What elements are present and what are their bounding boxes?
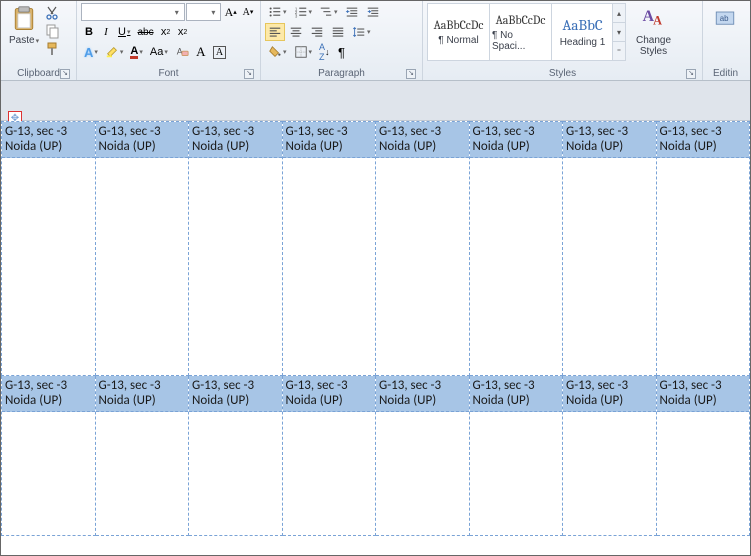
- numbering-button[interactable]: 123▾: [291, 3, 316, 21]
- align-left-button[interactable]: [265, 23, 285, 41]
- decrease-indent-button[interactable]: [342, 3, 362, 21]
- svg-text:A: A: [653, 13, 662, 27]
- dropdown-icon: ▾: [94, 48, 98, 56]
- gallery-more-button[interactable]: ⁼: [613, 42, 625, 60]
- font-color-button[interactable]: A▾: [127, 43, 145, 61]
- group-clipboard: Paste▾ Clipboard↘: [1, 1, 77, 80]
- table-cell[interactable]: G-13, sec -3Noida (UP): [656, 376, 750, 536]
- dialog-launcher-icon[interactable]: ↘: [686, 69, 696, 79]
- clear-formatting-button[interactable]: A: [172, 43, 192, 61]
- justify-button[interactable]: [328, 23, 348, 41]
- copy-button[interactable]: [44, 23, 60, 39]
- gallery-down-button[interactable]: ▾: [613, 23, 625, 42]
- group-editing: ab Editin: [703, 1, 748, 80]
- table-cell[interactable]: G-13, sec -3Noida (UP): [95, 376, 189, 536]
- dropdown-icon: ▾: [127, 28, 131, 36]
- dropdown-icon: ▾: [139, 48, 143, 56]
- table-cell[interactable]: G-13, sec -3Noida (UP): [189, 122, 283, 376]
- selected-table[interactable]: G-13, sec -3Noida (UP) G-13, sec -3Noida…: [1, 121, 750, 536]
- editing-group-label: Editin: [713, 68, 738, 79]
- dialog-launcher-icon[interactable]: ↘: [60, 69, 70, 79]
- gallery-up-button[interactable]: ▴: [613, 4, 625, 23]
- dropdown-icon: ▾: [309, 48, 313, 56]
- borders-button[interactable]: ▾: [291, 43, 316, 61]
- character-shading-button[interactable]: A: [193, 43, 209, 61]
- group-styles: AaBbCcDc ¶ Normal AaBbCcDc ¶ No Spaci...…: [423, 1, 703, 80]
- sort-button[interactable]: AZ↓: [316, 43, 333, 61]
- group-paragraph: ▾ 123▾ ▾ ▾ ▾ ▾ AZ↓ ¶: [261, 1, 423, 80]
- style-no-spacing[interactable]: AaBbCcDc ¶ No Spaci...: [489, 3, 552, 61]
- dropdown-icon: ▾: [283, 48, 287, 56]
- change-case-button[interactable]: Aa▾: [147, 43, 171, 61]
- dialog-launcher-icon[interactable]: ↘: [244, 69, 254, 79]
- ribbon: Paste▾ Clipboard↘ ▾ ▾ A▴ A▾ B I: [1, 1, 750, 81]
- table-cell[interactable]: G-13, sec -3Noida (UP): [376, 376, 470, 536]
- align-center-button[interactable]: [286, 23, 306, 41]
- dropdown-icon: ▾: [120, 48, 124, 56]
- ruler: ✥: [1, 81, 750, 121]
- align-right-button[interactable]: [307, 23, 327, 41]
- change-styles-button[interactable]: AA Change Styles: [632, 3, 675, 59]
- clipboard-group-label: Clipboard: [17, 68, 60, 79]
- highlight-button[interactable]: ▾: [102, 43, 127, 61]
- table-cell[interactable]: G-13, sec -3Noida (UP): [376, 122, 470, 376]
- table-cell[interactable]: G-13, sec -3Noida (UP): [282, 376, 376, 536]
- show-hide-button[interactable]: ¶: [334, 43, 350, 61]
- paragraph-group-label: Paragraph: [318, 68, 365, 79]
- cut-button[interactable]: [44, 5, 60, 21]
- underline-button[interactable]: U▾: [115, 23, 133, 41]
- dropdown-icon: ▾: [334, 8, 338, 16]
- dropdown-icon: ▾: [367, 28, 371, 36]
- table-row: G-13, sec -3Noida (UP) G-13, sec -3Noida…: [2, 122, 750, 376]
- grow-font-button[interactable]: A▴: [222, 3, 239, 21]
- paste-label: Paste: [9, 35, 35, 46]
- styles-group-label: Styles: [549, 68, 576, 79]
- font-group-label: Font: [158, 68, 178, 79]
- superscript-button[interactable]: x2: [175, 23, 191, 41]
- bold-button[interactable]: B: [81, 23, 97, 41]
- dropdown-icon: ▾: [283, 8, 287, 16]
- table-cell[interactable]: G-13, sec -3Noida (UP): [189, 376, 283, 536]
- subscript-button[interactable]: x2: [158, 23, 174, 41]
- style-normal[interactable]: AaBbCcDc ¶ Normal: [427, 3, 490, 61]
- table-cell[interactable]: G-13, sec -3Noida (UP): [2, 122, 96, 376]
- document-area[interactable]: G-13, sec -3Noida (UP) G-13, sec -3Noida…: [1, 121, 750, 536]
- line-spacing-button[interactable]: ▾: [349, 23, 374, 41]
- dropdown-icon: ▾: [164, 48, 168, 56]
- dropdown-icon: ▾: [309, 8, 313, 16]
- italic-button[interactable]: I: [98, 23, 114, 41]
- text-effects-button[interactable]: A▾: [81, 43, 101, 61]
- table-cell[interactable]: G-13, sec -3Noida (UP): [95, 122, 189, 376]
- svg-text:ab: ab: [720, 14, 729, 23]
- table-cell[interactable]: G-13, sec -3Noida (UP): [563, 376, 657, 536]
- table-cell[interactable]: G-13, sec -3Noida (UP): [469, 376, 563, 536]
- dialog-launcher-icon[interactable]: ↘: [406, 69, 416, 79]
- table-cell[interactable]: G-13, sec -3Noida (UP): [2, 376, 96, 536]
- multilevel-list-button[interactable]: ▾: [316, 3, 341, 21]
- font-name-combo[interactable]: ▾: [81, 3, 185, 21]
- svg-text:3: 3: [294, 13, 297, 18]
- table-cell[interactable]: G-13, sec -3Noida (UP): [282, 122, 376, 376]
- dropdown-icon: ▾: [208, 8, 218, 17]
- strikethrough-button[interactable]: abc: [134, 23, 156, 41]
- shading-button[interactable]: ▾: [265, 43, 290, 61]
- format-painter-button[interactable]: [44, 41, 60, 57]
- style-gallery[interactable]: AaBbCcDc ¶ Normal AaBbCcDc ¶ No Spaci...…: [427, 3, 626, 61]
- paste-button[interactable]: Paste▾: [5, 3, 43, 49]
- style-heading-1[interactable]: AaBbC Heading 1: [551, 3, 614, 61]
- table-cell[interactable]: G-13, sec -3Noida (UP): [656, 122, 750, 376]
- increase-indent-button[interactable]: [363, 3, 383, 21]
- find-button[interactable]: ab: [707, 3, 743, 37]
- bullets-button[interactable]: ▾: [265, 3, 290, 21]
- character-border-button[interactable]: A: [210, 43, 229, 61]
- table-row: G-13, sec -3Noida (UP) G-13, sec -3Noida…: [2, 376, 750, 536]
- table-cell[interactable]: G-13, sec -3Noida (UP): [563, 122, 657, 376]
- group-font: ▾ ▾ A▴ A▾ B I U▾ abc x2 x2 A▾ ▾ A▾: [77, 1, 261, 80]
- shrink-font-button[interactable]: A▾: [240, 3, 256, 21]
- dropdown-icon: ▾: [172, 8, 182, 17]
- dropdown-icon: ▾: [36, 38, 40, 45]
- font-size-combo[interactable]: ▾: [186, 3, 222, 21]
- table-cell[interactable]: G-13, sec -3Noida (UP): [469, 122, 563, 376]
